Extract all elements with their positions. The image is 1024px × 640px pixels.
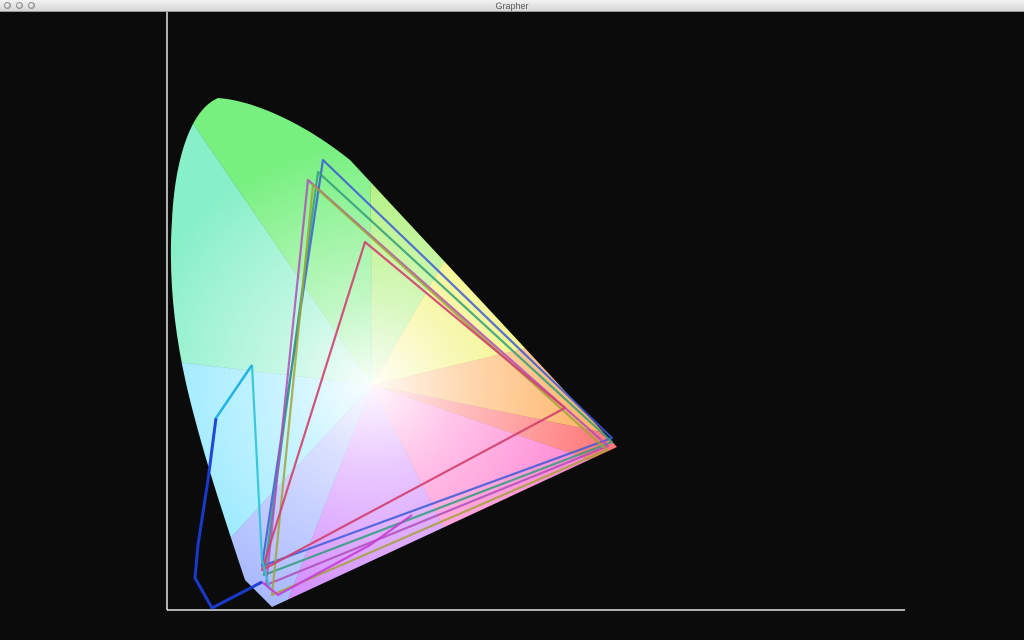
- spectral-locus-fill: [170, 98, 617, 607]
- title-bar: Grapher: [0, 0, 1024, 12]
- plot-canvas[interactable]: [0, 12, 1024, 640]
- window-title: Grapher: [495, 1, 529, 11]
- chromaticity-plot: [166, 12, 905, 611]
- app-window: Grapher: [0, 0, 1024, 640]
